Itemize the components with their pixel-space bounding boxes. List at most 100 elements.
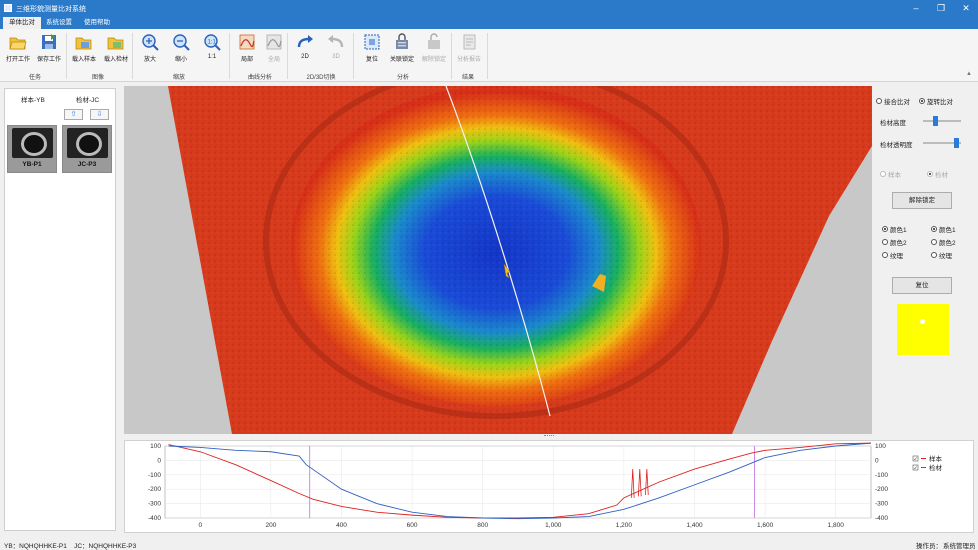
ribbon-separator xyxy=(66,33,67,79)
save-work-button[interactable]: 保存工作 xyxy=(34,31,64,63)
move-down-button[interactable]: ⇩ xyxy=(90,109,109,120)
3d-viewport[interactable] xyxy=(124,86,872,434)
ribbon-separator xyxy=(451,33,452,79)
ribbon-separator xyxy=(287,33,288,79)
open-folder-icon xyxy=(9,37,27,50)
group-image-label: 图像 xyxy=(91,75,104,81)
status-image-ids: YB：NQHQHHKE-P1 JC：NQHQHHKE-P3 xyxy=(4,543,137,550)
image-list-panel: 样本-YB 检材-JC ⇧ ⇩ YB-P1 JC-P3 xyxy=(4,88,116,531)
profile-chart-panel: 100 0 -100 -200 -300 -400 100 0 -100 -200 -300 -400… xyxy=(124,440,974,533)
status-bar: YB：NQHQHHKE-P1 JC：NQHQHHKE-P3 操作员： 系统管理员 xyxy=(0,538,978,550)
reset-button[interactable]: 复位 xyxy=(892,277,952,294)
sample-thumbnail[interactable]: YB-P1 xyxy=(7,125,57,173)
x-tick-label: 200 xyxy=(265,522,276,529)
global-curve-icon xyxy=(266,34,282,50)
redo-2d-icon xyxy=(297,35,313,48)
material-thumbnail-label: JC-P3 xyxy=(77,161,97,168)
y2-tick-label: -300 xyxy=(875,501,888,508)
mode-rotate-radio[interactable] xyxy=(919,98,925,104)
tab-single-compare[interactable]: 单体比对 xyxy=(3,17,41,29)
material-opacity-slider[interactable] xyxy=(923,138,961,148)
right-color2-option[interactable]: 颜色2 xyxy=(931,237,956,247)
switch-3d-button[interactable]: 3D xyxy=(321,31,351,60)
mode-join-option[interactable]: 接合比对 xyxy=(876,96,910,106)
material-height-label: 检材高度 xyxy=(880,120,906,127)
load-material-button[interactable]: 载入检材 xyxy=(101,31,131,63)
left-color2-option[interactable]: 颜色2 xyxy=(882,237,907,247)
unlock-button[interactable]: 解除锁定 xyxy=(892,192,952,209)
link-lock-icon xyxy=(396,33,408,49)
move-up-button[interactable]: ⇧ xyxy=(64,109,83,120)
sample-column-header: 样本-YB xyxy=(21,97,45,104)
y2-tick-label: 100 xyxy=(875,443,886,450)
open-work-button[interactable]: 打开工作 xyxy=(3,31,33,63)
tab-system-settings[interactable]: 系统设置 xyxy=(40,17,78,29)
y-tick-label: 100 xyxy=(150,443,161,450)
close-button[interactable]: ✕ xyxy=(954,2,978,15)
minimize-button[interactable]: – xyxy=(904,2,928,15)
group-analysis-label: 分析 xyxy=(396,75,409,81)
load-sample-icon xyxy=(75,37,92,50)
zoom-out-icon xyxy=(173,34,190,51)
reset-icon xyxy=(364,34,380,50)
material-height-thumb[interactable] xyxy=(932,116,938,126)
mode-join-radio[interactable] xyxy=(876,98,882,104)
mode-rotate-option[interactable]: 旋转比对 xyxy=(919,96,953,106)
zoom-actual-button[interactable]: 1:1 1:1 xyxy=(197,31,227,60)
target-sample-option[interactable]: 样本 xyxy=(880,169,901,179)
material-opacity-thumb[interactable] xyxy=(954,138,960,148)
right-color1-option[interactable]: 颜色1 xyxy=(931,224,956,234)
ribbon-separator xyxy=(229,33,230,79)
unlock-button-ribbon[interactable]: 解除锁定 xyxy=(419,31,449,63)
group-curve-label: 曲线分析 xyxy=(247,75,272,81)
analysis-report-button[interactable]: 分析报告 xyxy=(454,31,484,63)
x-tick-label: 1,600 xyxy=(757,522,774,529)
global-curve-button[interactable]: 全局 xyxy=(259,31,289,63)
zoom-in-button[interactable]: 放大 xyxy=(135,31,165,63)
load-material-icon xyxy=(107,37,124,50)
right-texture-option[interactable]: 纹理 xyxy=(931,250,952,260)
splitter-handle[interactable] xyxy=(544,435,554,438)
ribbon-separator xyxy=(487,33,488,79)
y-tick-label: -100 xyxy=(148,472,161,479)
local-curve-icon xyxy=(239,34,255,50)
x-tick-label: 0 xyxy=(198,522,202,529)
undo-3d-icon xyxy=(328,35,344,48)
y2-tick-label: 0 xyxy=(875,457,879,464)
link-lock-button[interactable]: 关联锁定 xyxy=(387,31,417,63)
x-tick-label: 800 xyxy=(477,522,488,529)
material-thumbnail[interactable]: JC-P3 xyxy=(62,125,112,173)
surface-heightmap xyxy=(168,86,872,434)
y-tick-label: -400 xyxy=(148,515,161,522)
legend-label: 检材 xyxy=(929,463,943,472)
zoom-out-button[interactable]: 缩小 xyxy=(166,31,196,63)
maximize-button[interactable]: ❐ xyxy=(929,2,953,15)
group-zoom-label: 缩放 xyxy=(172,75,185,81)
x-tick-label: 400 xyxy=(336,522,347,529)
sample-thumbnail-label: YB-P1 xyxy=(22,161,42,168)
target-material-option[interactable]: 检材 xyxy=(927,169,948,179)
x-tick-label: 1,400 xyxy=(686,522,703,529)
tab-help[interactable]: 使用帮助 xyxy=(78,17,116,29)
left-color1-option[interactable]: 颜色1 xyxy=(882,224,907,234)
material-column-header: 检材-JC xyxy=(76,97,100,104)
reset-view-button[interactable]: 复位 xyxy=(357,31,387,63)
material-opacity-label: 检材透明度 xyxy=(880,142,913,149)
color-swatch[interactable] xyxy=(897,304,949,355)
left-texture-option[interactable]: 纹理 xyxy=(882,250,903,260)
switch-2d-button[interactable]: 2D xyxy=(290,31,320,60)
control-panel: 接合比对 旋转比对 检材高度 检材透明度 样本 检材 解除锁定 颜色1 颜色2 … xyxy=(873,86,978,436)
y2-tick-label: -200 xyxy=(875,486,888,493)
group-2d3d-label: 2D/3D切换 xyxy=(306,75,336,81)
collapse-ribbon-icon[interactable]: ▲ xyxy=(966,71,972,77)
material-height-slider[interactable] xyxy=(923,116,961,126)
operator-label: 操作员： xyxy=(916,543,942,550)
menu-bar: 单体比对 系统设置 使用帮助 xyxy=(0,17,978,29)
local-curve-button[interactable]: 局部 xyxy=(232,31,262,63)
y-tick-label: -200 xyxy=(148,486,161,493)
legend-check-icon: ✓ xyxy=(914,456,918,462)
sample-thumbnail-image xyxy=(12,128,53,158)
swatch-picker-dot[interactable] xyxy=(920,319,925,324)
load-sample-button[interactable]: 载入样本 xyxy=(69,31,99,63)
ribbon-toolbar: 打开工作 保存工作 载入样本 载入检材 放大 缩小 1:1 1:1 局部 全局 … xyxy=(0,29,978,82)
